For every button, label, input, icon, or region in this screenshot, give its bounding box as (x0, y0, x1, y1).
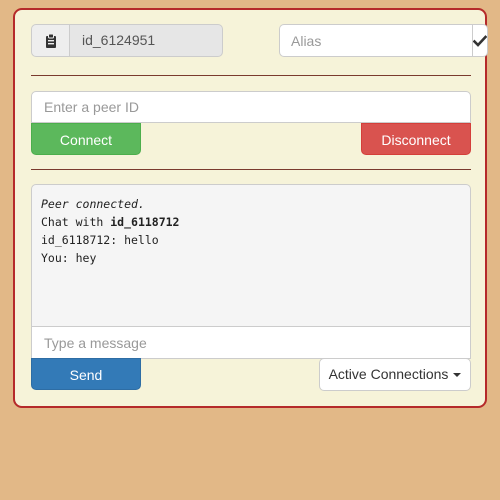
caret-down-icon (453, 373, 462, 378)
clipboard-icon[interactable] (31, 24, 69, 57)
chat-message: You: hey (41, 251, 97, 265)
connect-button[interactable]: Connect (31, 123, 141, 155)
active-connections-label: Active Connections (328, 366, 449, 382)
alias-group (279, 24, 488, 57)
disconnect-button[interactable]: Disconnect (361, 123, 471, 155)
identity-row: id_6124951 (31, 24, 488, 57)
peer-id-display: id_6124951 (69, 24, 223, 57)
chat-status-line: Peer connected. (41, 197, 145, 211)
peer-id-group: id_6124951 (31, 24, 223, 57)
chat-log[interactable]: Peer connected. Chat with id_6118712 id_… (31, 184, 471, 327)
chat-message: id_6118712: hello (41, 233, 159, 247)
active-connections-dropdown[interactable]: Active Connections (319, 358, 471, 391)
checkmark-icon (473, 34, 487, 47)
send-button[interactable]: Send (31, 358, 141, 390)
chat-with-line: Chat with id_6118712 (41, 213, 461, 231)
peer-chat-panel: id_6124951 Connect Disconnect Peer conne… (13, 8, 488, 408)
chat-with-prefix: Chat with (41, 215, 111, 229)
alias-input[interactable] (279, 24, 472, 57)
peer-id-input[interactable] (31, 91, 471, 123)
divider-middle (31, 169, 471, 170)
alias-confirm-button[interactable] (472, 24, 488, 57)
chat-with-peer: id_6118712 (110, 215, 180, 229)
divider-top (31, 75, 471, 76)
message-input[interactable] (31, 326, 471, 359)
